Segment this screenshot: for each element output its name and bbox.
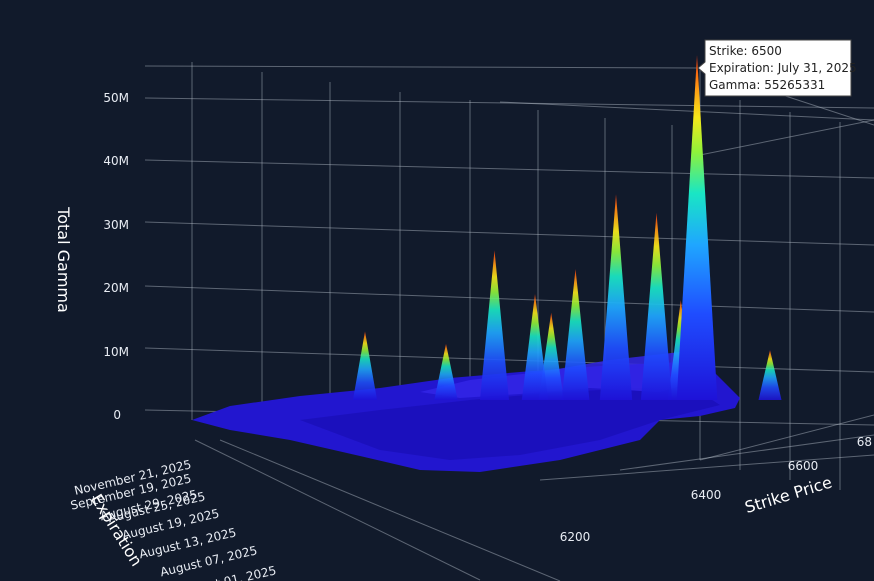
gamma-peak — [640, 212, 673, 400]
gamma-peak — [434, 343, 458, 400]
gamma-peak — [521, 293, 549, 400]
gamma-peak — [758, 350, 782, 400]
gamma-peaks — [352, 55, 782, 400]
z-tick-label: 10M — [103, 345, 129, 359]
x-tick-label: 6400 — [691, 488, 722, 502]
x-axis-title: Strike Price — [743, 472, 835, 517]
z-tick-label: 40M — [103, 154, 129, 168]
gamma-surface-chart[interactable]: 50M 40M 30M 20M 10M 0 Total Gamma Novemb… — [0, 0, 874, 581]
hover-tooltip: Strike: 6500 Expiration: July 31, 2025 G… — [697, 39, 857, 97]
z-axis-ticks: 50M 40M 30M 20M 10M 0 — [103, 91, 129, 422]
z-tick-label: 30M — [103, 218, 129, 232]
tooltip-strike: Strike: 6500 — [709, 44, 782, 58]
tooltip-gamma: Gamma: 55265331 — [709, 78, 825, 92]
gamma-peak — [480, 250, 509, 400]
tooltip-expiration: Expiration: July 31, 2025 — [709, 61, 857, 75]
z-tick-label: 50M — [103, 91, 129, 105]
x-tick-label: 6600 — [788, 459, 819, 473]
z-tick-label: 20M — [103, 281, 129, 295]
gamma-peak — [561, 268, 590, 400]
z-tick-label: 0 — [113, 408, 121, 422]
z-axis-title: Total Gamma — [54, 206, 73, 313]
gamma-peak — [352, 331, 378, 400]
x-tick-label: 6200 — [560, 530, 591, 544]
gamma-peak — [676, 55, 718, 400]
x-tick-label: 68 — [857, 435, 872, 449]
